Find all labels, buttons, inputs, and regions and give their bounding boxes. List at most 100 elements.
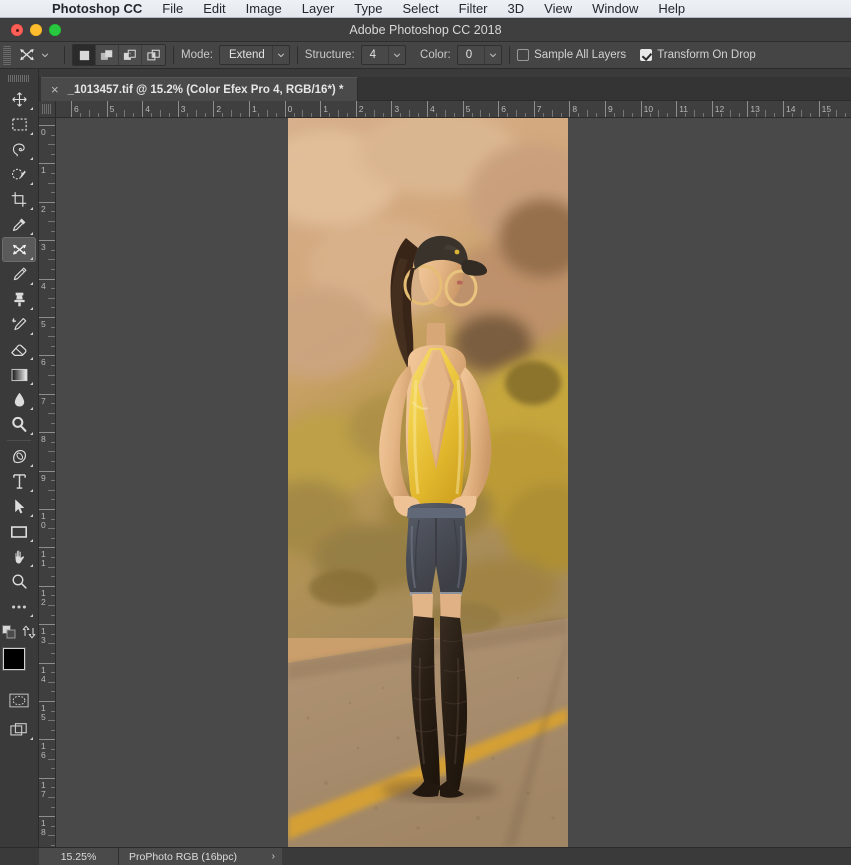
content-aware-move-icon xyxy=(18,46,36,64)
ruler-subtick xyxy=(266,110,268,117)
color-input[interactable]: 0 xyxy=(456,45,503,65)
foreground-color-swatch[interactable] xyxy=(3,648,25,670)
subtract-from-selection-button[interactable] xyxy=(119,45,142,65)
default-colors-icon[interactable] xyxy=(2,625,16,644)
ruler-tick xyxy=(284,101,286,117)
ruler-label: 15 xyxy=(821,104,832,114)
menu-item-window[interactable]: Window xyxy=(582,0,648,18)
path-selection-tool[interactable] xyxy=(2,494,36,519)
rectangular-marquee-tool[interactable] xyxy=(2,112,36,137)
menu-item-file[interactable]: File xyxy=(152,0,193,18)
ruler-tick xyxy=(533,101,535,117)
zoom-level-field[interactable]: 15.25% xyxy=(39,848,119,865)
menu-item-type[interactable]: Type xyxy=(344,0,392,18)
menu-item-3d[interactable]: 3D xyxy=(498,0,535,18)
checkbox-box xyxy=(640,49,653,61)
zoom-button[interactable] xyxy=(49,24,61,36)
document-image[interactable] xyxy=(288,118,568,847)
ruler-label: 1 xyxy=(323,104,328,114)
ruler-corner[interactable] xyxy=(39,101,56,118)
ruler-tick xyxy=(498,101,500,117)
new-selection-button[interactable] xyxy=(73,45,96,65)
menu-item-select[interactable]: Select xyxy=(392,0,448,18)
intersect-with-selection-button[interactable] xyxy=(142,45,165,65)
pen-tool[interactable] xyxy=(2,444,36,469)
eyedropper-tool[interactable] xyxy=(2,212,36,237)
tools-panel-grip[interactable] xyxy=(8,75,30,82)
ruler-subtick xyxy=(160,110,161,117)
move-tool[interactable] xyxy=(2,87,36,112)
ruler-tick xyxy=(177,101,179,117)
ruler-label: 12 xyxy=(714,104,725,114)
ruler-label: 2 xyxy=(358,104,364,114)
type-tool[interactable] xyxy=(2,469,36,494)
ruler-subtick xyxy=(409,110,411,117)
ruler-tick xyxy=(39,278,55,280)
chevron-right-icon[interactable]: › xyxy=(272,851,275,862)
close-icon[interactable]: × xyxy=(51,83,59,96)
mode-select[interactable]: Extend xyxy=(218,45,290,65)
structure-label: Structure: xyxy=(304,49,355,61)
clone-stamp-tool[interactable] xyxy=(2,287,36,312)
edit-toolbar-tool[interactable] xyxy=(2,594,36,619)
tool-preset-picker[interactable] xyxy=(14,44,57,66)
ruler-subtick xyxy=(658,110,660,117)
selection-mode-group xyxy=(72,44,166,66)
ruler-label: 7 xyxy=(536,104,542,114)
lasso-tool[interactable] xyxy=(2,137,36,162)
menu-item-photoshop-cc[interactable]: Photoshop CC xyxy=(0,0,152,18)
brush-tool[interactable] xyxy=(2,262,36,287)
zoom-level-value: 15.25% xyxy=(60,850,97,863)
gradient-tool[interactable] xyxy=(2,362,36,387)
close-button[interactable] xyxy=(11,24,23,36)
ruler-tick xyxy=(818,101,820,117)
hand-tool[interactable] xyxy=(2,544,36,569)
options-bar-grip[interactable] xyxy=(3,45,11,65)
horizontal-ruler[interactable]: 6 5 4 3 2 1 0 1 2 3 4 5 6 7 8 9 10 11 12 13 14 15 xyxy=(56,101,851,118)
history-brush-tool[interactable] xyxy=(2,312,36,337)
chevron-down-icon[interactable] xyxy=(41,51,49,59)
menu-item-layer[interactable]: Layer xyxy=(292,0,345,18)
window-controls xyxy=(0,24,61,36)
ruler-subtick xyxy=(48,605,55,606)
ruler-subtick xyxy=(48,221,55,222)
document-info-field[interactable]: ProPhoto RGB (16bpc) › xyxy=(119,848,282,865)
ruler-label: 14 xyxy=(786,104,796,114)
content-aware-move-tool[interactable] xyxy=(2,237,36,262)
ruler-label: 10 xyxy=(643,104,654,114)
transform-on-drop-checkbox[interactable]: Transform On Drop xyxy=(640,49,756,61)
canvas-area[interactable] xyxy=(56,118,851,847)
ruler-subtick xyxy=(48,144,55,146)
swap-colors-icon[interactable] xyxy=(22,625,36,644)
screen-mode-icon[interactable] xyxy=(2,717,36,742)
window-title-bar: Adobe Photoshop CC 2018 xyxy=(0,19,851,42)
rectangle-tool[interactable] xyxy=(2,519,36,544)
eraser-tool[interactable] xyxy=(2,337,36,362)
vertical-ruler[interactable]: 012345678910111213141516171819 xyxy=(39,118,56,847)
ruler-label: 8 xyxy=(572,104,578,114)
options-divider-4 xyxy=(509,46,511,64)
ruler-label: 6 xyxy=(74,104,79,114)
menu-item-image[interactable]: Image xyxy=(236,0,292,18)
quick-selection-tool[interactable] xyxy=(2,162,36,187)
menu-item-edit[interactable]: Edit xyxy=(193,0,235,18)
ruler-label: 4 xyxy=(145,104,150,114)
sample-all-layers-checkbox[interactable]: Sample All Layers xyxy=(517,49,626,61)
ruler-tick xyxy=(249,101,250,117)
menu-item-filter[interactable]: Filter xyxy=(449,0,498,18)
document-tab[interactable]: × _1013457.tif @ 15.2% (Color Efex Pro 4… xyxy=(41,77,359,101)
dodge-tool[interactable] xyxy=(2,412,36,437)
structure-input[interactable]: 4 xyxy=(360,45,407,65)
ruler-tick xyxy=(605,101,606,117)
minimize-button[interactable] xyxy=(30,24,42,36)
crop-tool[interactable] xyxy=(2,187,36,212)
ruler-tick xyxy=(106,101,108,117)
ruler-subtick xyxy=(48,413,55,414)
menu-item-help[interactable]: Help xyxy=(648,0,695,18)
menu-item-view[interactable]: View xyxy=(534,0,582,18)
blur-tool[interactable] xyxy=(2,387,36,412)
add-to-selection-button[interactable] xyxy=(96,45,119,65)
ruler-subtick xyxy=(48,758,55,760)
zoom-tool[interactable] xyxy=(2,569,36,594)
quick-mask-icon[interactable] xyxy=(2,688,36,713)
